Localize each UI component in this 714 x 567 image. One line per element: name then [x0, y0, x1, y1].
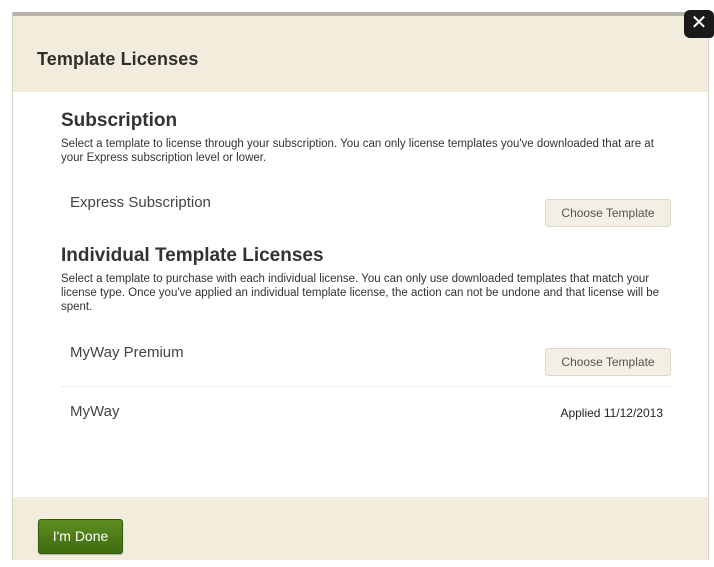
template-licenses-modal: ✕ Template Licenses Subscription Select … — [12, 10, 714, 560]
applied-status: Applied 11/12/2013 — [560, 406, 663, 420]
subscription-description: Select a template to license through you… — [61, 138, 654, 164]
subscription-section: Subscription Select a template to licens… — [61, 110, 671, 227]
individual-section: Individual Template Licenses Select a te… — [61, 245, 671, 433]
license-row-myway: MyWay Applied 11/12/2013 — [61, 403, 671, 433]
done-button[interactable]: I'm Done — [38, 519, 123, 554]
license-row-express: Express Subscription Choose Template — [61, 194, 671, 227]
choose-template-button[interactable]: Choose Template — [545, 199, 671, 227]
modal-footer: I'm Done — [13, 497, 708, 567]
license-name: MyWay Premium — [70, 344, 184, 361]
modal-title: Template Licenses — [37, 49, 199, 69]
subscription-title: Subscription — [61, 110, 178, 131]
license-name: MyWay — [70, 403, 120, 420]
individual-title: Individual Template Licenses — [61, 245, 324, 266]
close-icon[interactable]: ✕ — [691, 12, 708, 34]
license-row-myway-premium: MyWay Premium Choose Template — [61, 344, 671, 386]
choose-template-button[interactable]: Choose Template — [545, 348, 671, 376]
modal-header: Template Licenses — [13, 16, 708, 92]
row-divider — [61, 386, 671, 387]
modal-body: Subscription Select a template to licens… — [13, 92, 708, 497]
license-name: Express Subscription — [70, 194, 211, 211]
individual-description: Select a template to purchase with each … — [61, 273, 660, 313]
close-button[interactable]: ✕ — [684, 10, 714, 38]
